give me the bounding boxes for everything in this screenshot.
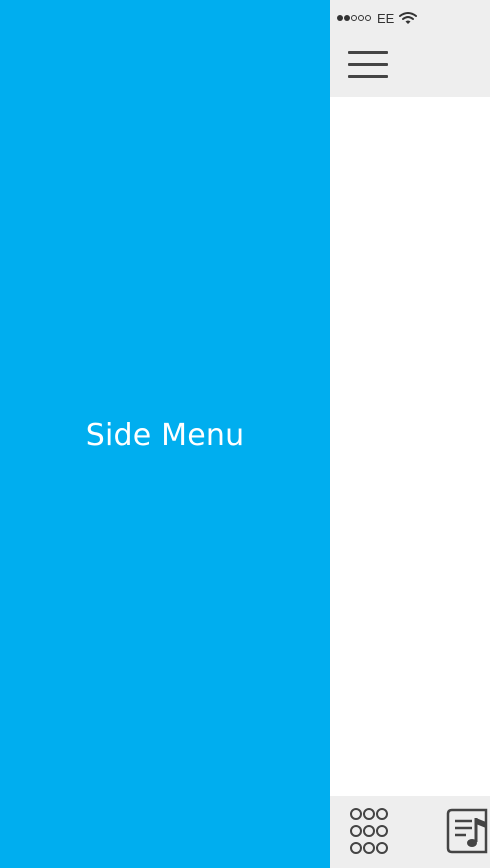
main-panel: EE [330,0,490,868]
signal-dot [358,15,364,21]
signal-dot [365,15,371,21]
app-screen: Side Menu EE [0,0,490,868]
signal-dot [344,15,350,21]
side-menu[interactable]: Side Menu [0,0,330,868]
hamburger-line [348,51,388,54]
status-bar: EE [337,9,418,27]
hamburger-line [348,63,388,66]
hamburger-line [348,75,388,78]
carrier-name: EE [377,10,395,26]
top-bar: EE [330,0,490,97]
hamburger-menu-icon[interactable] [348,51,388,79]
bottom-tab-bar [330,796,490,868]
signal-dot [337,15,343,21]
signal-dots-icon [337,15,371,21]
playlist-icon[interactable] [446,808,490,854]
side-menu-label: Side Menu [85,417,245,453]
grid-icon[interactable] [349,806,389,860]
wifi-icon [399,12,418,24]
signal-dot [351,15,357,21]
